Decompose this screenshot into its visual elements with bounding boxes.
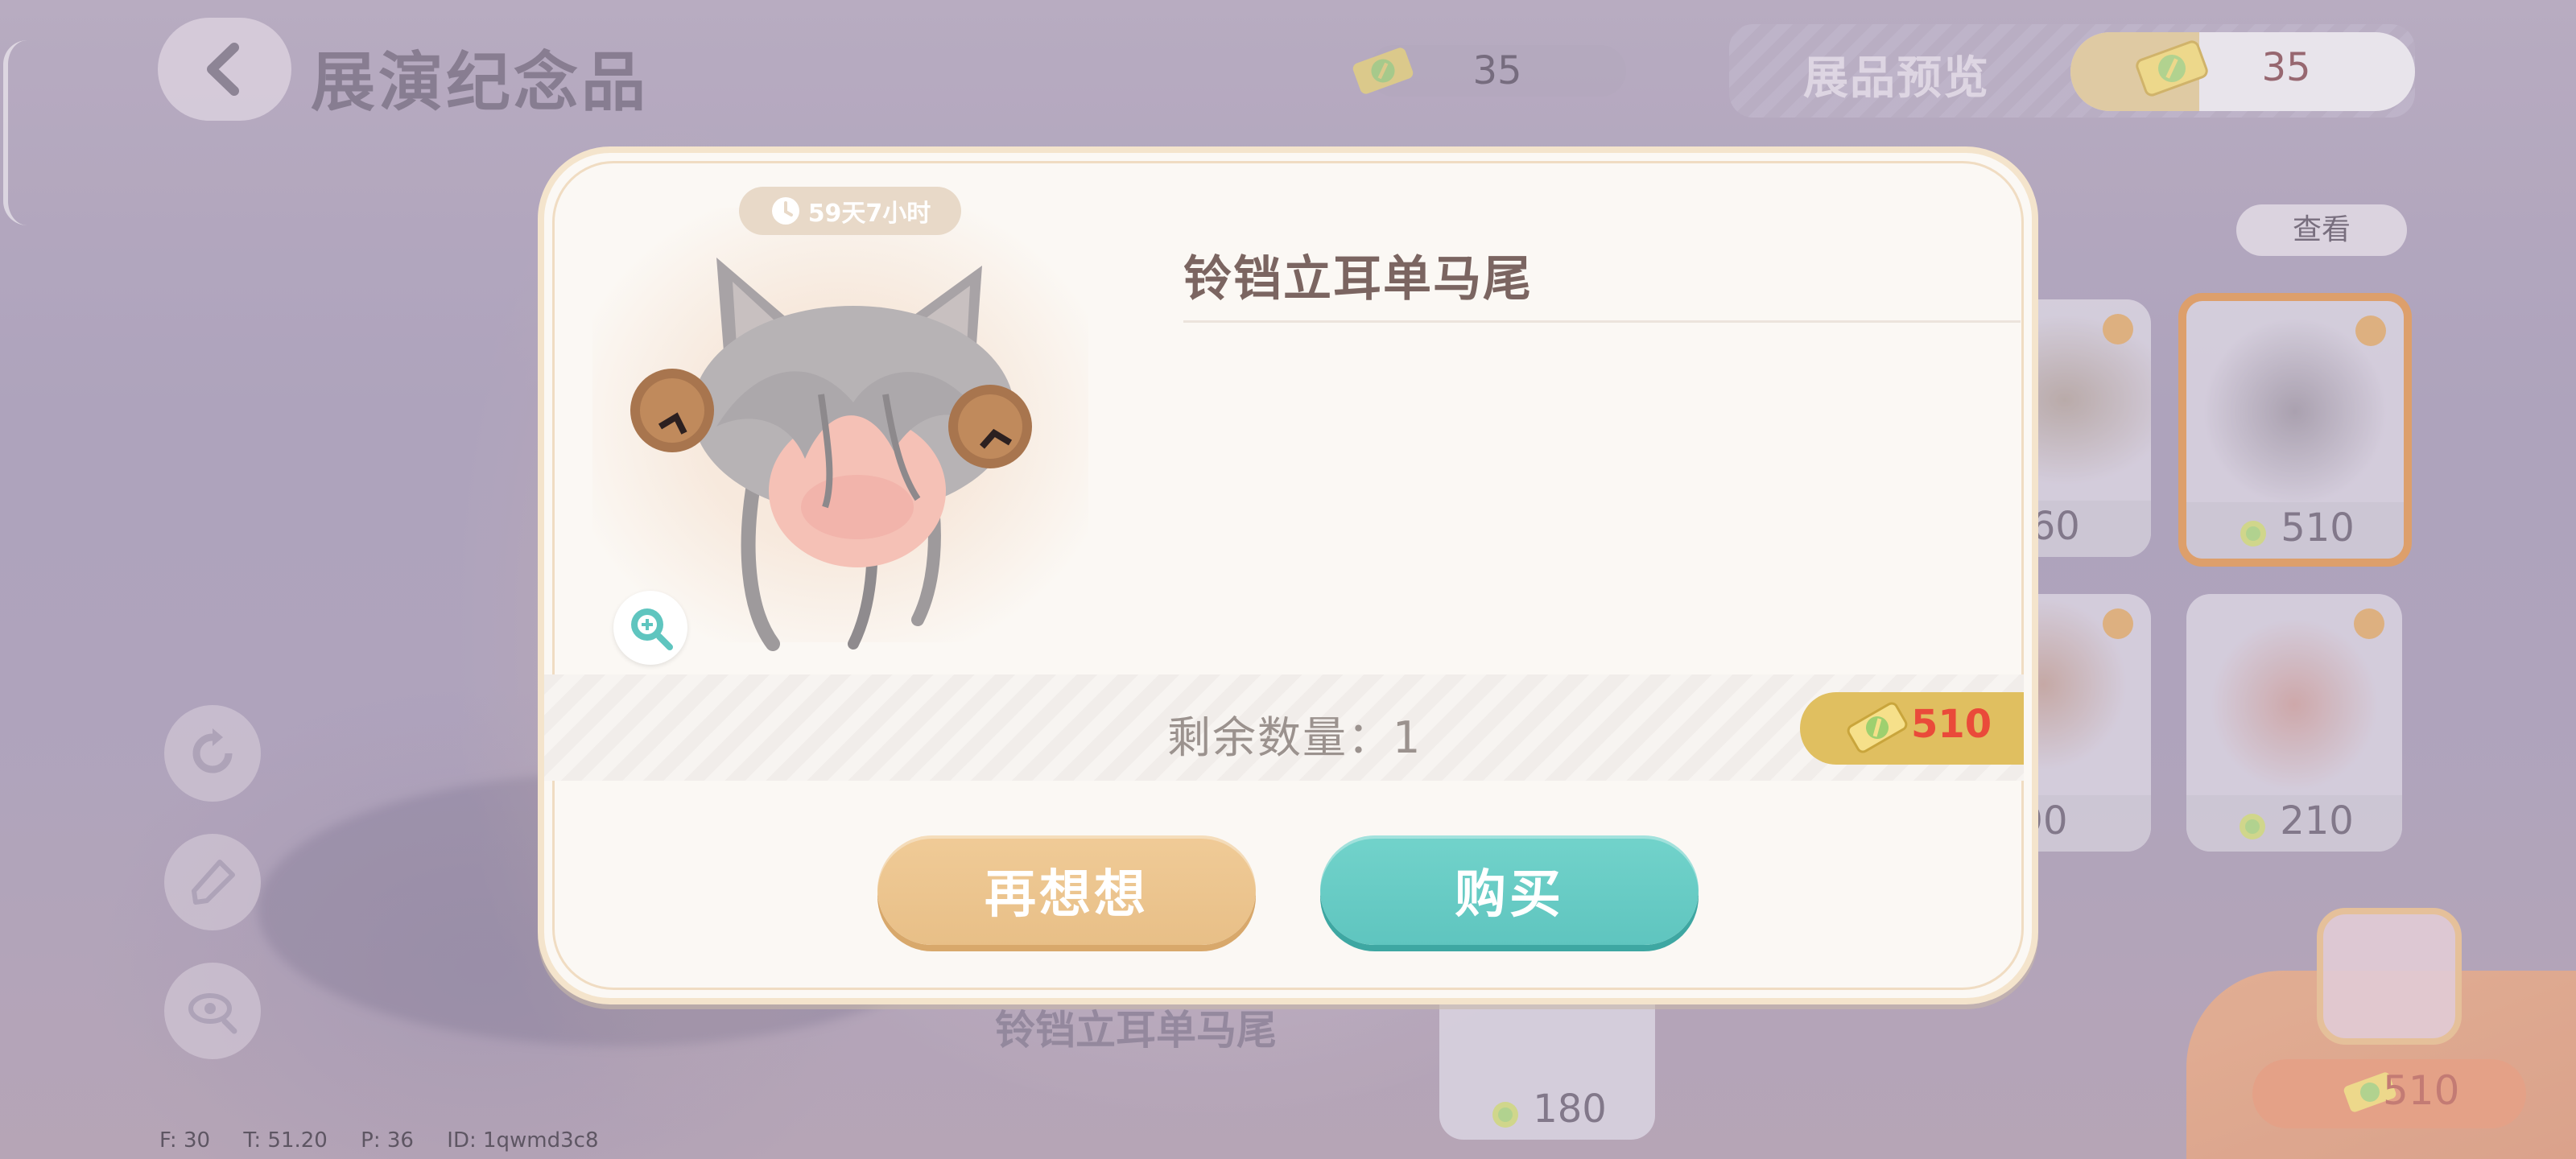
zoom-preview-button[interactable] [613, 591, 687, 665]
time-limit-badge: 59天7小时 [739, 187, 961, 235]
clock-icon [771, 197, 799, 225]
divider [1183, 320, 2021, 323]
zoom-icon [631, 608, 673, 650]
ticket-icon [1845, 697, 1909, 758]
item-price: 510 [1911, 702, 1992, 747]
buy-button[interactable]: 购买 [1320, 835, 1699, 945]
time-limit-text: 59天7小时 [807, 200, 931, 228]
think-again-button[interactable]: 再想想 [877, 835, 1256, 945]
remaining-quantity: 剩余数量：1 [1167, 712, 1422, 763]
item-preview-image [628, 241, 1079, 660]
item-name: 铃铛立耳单马尾 [1183, 251, 1533, 307]
